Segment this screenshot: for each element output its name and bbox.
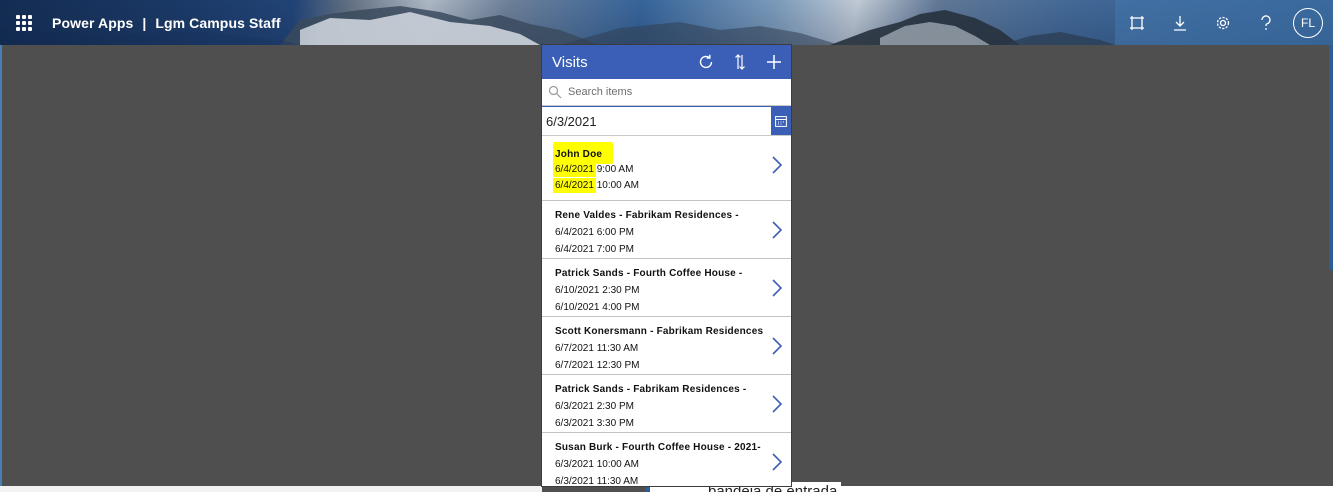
visit-start: 6/4/2021 9:00 AM: [555, 164, 634, 175]
visit-end: 6/3/2021 3:30 PM: [555, 418, 634, 429]
visit-start: 6/7/2021 11:30 AM: [555, 343, 639, 354]
visit-start: 6/10/2021 2:30 PM: [555, 285, 640, 296]
background-page-edge-right: [1329, 45, 1333, 270]
visit-end: 6/4/2021 7:00 PM: [555, 244, 634, 255]
environment-name[interactable]: Lgm Campus Staff: [155, 15, 280, 31]
visits-gallery: John Doe 6/4/2021 9:00 AM 6/4/2021 10:00…: [542, 136, 791, 486]
visit-end: 6/10/2021 4:00 PM: [555, 302, 640, 313]
date-picker[interactable]: 6/3/2021: [542, 106, 791, 136]
chevron-right-icon[interactable]: [771, 220, 783, 240]
date-value[interactable]: 6/3/2021: [546, 114, 771, 129]
visits-app: Visits 6/3/2021 John Doe 6/4/2021 9:00 A…: [542, 45, 791, 486]
chevron-right-icon[interactable]: [771, 394, 783, 414]
list-item[interactable]: Scott Konersmann - Fabrikam Residences 6…: [542, 317, 791, 375]
visit-start: 6/3/2021 10:00 AM: [555, 459, 639, 470]
visit-name: Patrick Sands - Fabrikam Residences -: [555, 384, 747, 395]
fit-screen-icon[interactable]: [1115, 0, 1158, 45]
refresh-icon[interactable]: [689, 45, 723, 79]
app-name[interactable]: Power Apps: [52, 15, 133, 31]
chevron-right-icon[interactable]: [771, 452, 783, 472]
search-bar: [542, 79, 791, 106]
list-item[interactable]: Rene Valdes - Fabrikam Residences - 6/4/…: [542, 201, 791, 259]
chevron-right-icon[interactable]: [771, 336, 783, 356]
calendar-icon: [775, 115, 787, 127]
background-page-edge: [0, 45, 2, 492]
visit-end: 6/4/2021 10:00 AM: [555, 180, 639, 191]
chevron-right-icon[interactable]: [771, 155, 783, 175]
list-item[interactable]: John Doe 6/4/2021 9:00 AM 6/4/2021 10:00…: [542, 136, 791, 201]
app-titlebar: Visits: [542, 45, 791, 79]
list-item[interactable]: Susan Burk - Fourth Coffee House - 2021-…: [542, 433, 791, 486]
add-icon[interactable]: [757, 45, 791, 79]
search-input[interactable]: [566, 85, 780, 99]
calendar-button[interactable]: [771, 107, 791, 135]
visit-end: 6/3/2021 11:30 AM: [555, 476, 639, 486]
settings-icon[interactable]: [1201, 0, 1244, 45]
top-header: Power Apps | Lgm Campus Staff FL: [0, 0, 1333, 45]
visit-name: Scott Konersmann - Fabrikam Residences: [555, 326, 764, 337]
sort-icon[interactable]: [723, 45, 757, 79]
header-actions: FL: [1115, 0, 1333, 45]
visit-name: Patrick Sands - Fourth Coffee House -: [555, 268, 743, 279]
visit-start: 6/3/2021 2:30 PM: [555, 401, 634, 412]
visit-start: 6/4/2021 6:00 PM: [555, 227, 634, 238]
list-item[interactable]: Patrick Sands - Fourth Coffee House - 6/…: [542, 259, 791, 317]
visit-name: John Doe: [555, 149, 603, 160]
visit-name: Rene Valdes - Fabrikam Residences -: [555, 210, 739, 221]
avatar[interactable]: FL: [1293, 7, 1323, 38]
header-brand: Power Apps | Lgm Campus Staff: [0, 0, 321, 45]
page-title: Visits: [552, 53, 588, 71]
title-separator: |: [142, 14, 147, 31]
download-icon[interactable]: [1158, 0, 1201, 45]
visit-end: 6/7/2021 12:30 PM: [555, 360, 640, 371]
chevron-right-icon[interactable]: [771, 278, 783, 298]
list-item[interactable]: Patrick Sands - Fabrikam Residences - 6/…: [542, 375, 791, 433]
visit-name: Susan Burk - Fourth Coffee House - 2021-: [555, 442, 761, 453]
background-page-bottom-left: [0, 486, 542, 492]
waffle-icon[interactable]: [16, 14, 32, 31]
help-icon[interactable]: [1244, 0, 1287, 45]
search-icon: [548, 85, 562, 99]
